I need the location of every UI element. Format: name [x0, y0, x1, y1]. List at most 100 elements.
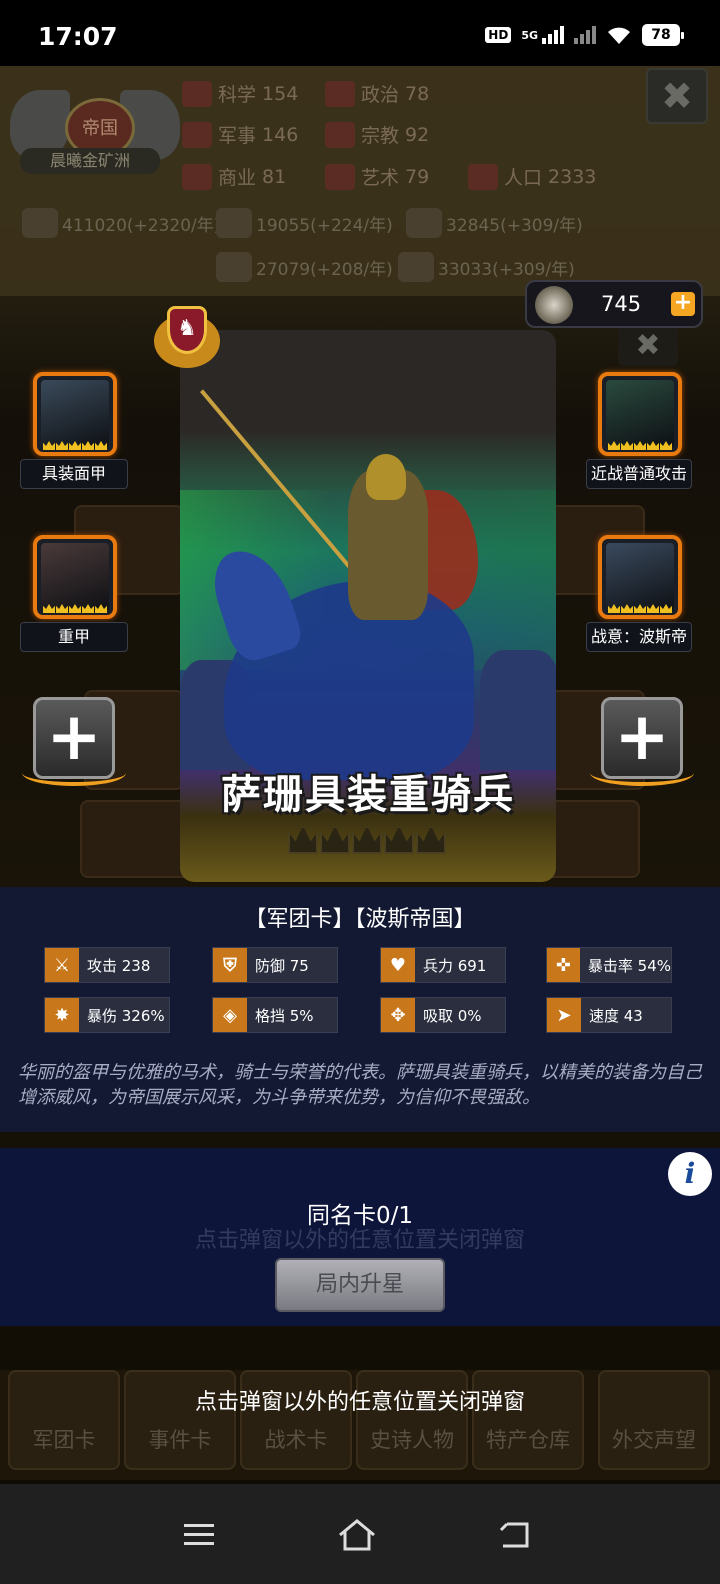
star-pip-icon [634, 604, 646, 613]
skill-slot-heavy-armor[interactable] [33, 535, 117, 619]
add-skill-button-right[interactable]: + [601, 697, 683, 779]
skill-slot-melee-attack[interactable] [598, 372, 682, 456]
skill-art-3 [606, 543, 674, 611]
skill-slot-barding-mask[interactable] [33, 372, 117, 456]
navigation-bar [0, 1484, 720, 1584]
cell-signal-icon [542, 26, 564, 44]
upgrade-star-button[interactable]: 局内升星 [275, 1258, 445, 1312]
stat-science: 科学 154 [182, 80, 298, 107]
resource-iron: 32845(+309/年) [406, 208, 583, 238]
stat-attack: ⚔ 攻击 238 [44, 947, 170, 983]
stat-speed: ➤ 速度 43 [546, 997, 672, 1033]
crown-star-icon [288, 826, 318, 854]
skill-art-0 [41, 380, 109, 448]
gold-icon [22, 208, 58, 238]
skill-label-barding-mask: 具装面甲 [20, 459, 128, 489]
card-description: 华丽的盔甲与优雅的马术，骑士与荣誉的代表。萨珊具装重骑兵，以精美的装备为自己增添… [18, 1062, 702, 1108]
currency-display: 745 + [525, 280, 703, 328]
star-pip-icon [634, 441, 646, 450]
sword-icon: ⚔ [45, 948, 79, 982]
star-pip-icon [69, 441, 81, 450]
back-button[interactable] [490, 1510, 540, 1560]
rank-badge: ♞ [154, 306, 220, 368]
currency-medal-icon [535, 286, 573, 324]
background-close-2-icon: ✖ [618, 326, 678, 366]
food-icon [398, 252, 434, 282]
heart-icon: ♥ [381, 948, 415, 982]
commerce-icon [182, 163, 212, 190]
add-currency-button[interactable]: + [671, 292, 695, 316]
background-close-icon: ✖ [646, 68, 708, 124]
resource-stone: 27079(+208/年) [216, 252, 393, 282]
stone-icon [216, 252, 252, 282]
add-skill-button-left[interactable]: + [33, 697, 115, 779]
block-shield-icon: ◈ [213, 998, 247, 1032]
stat-politics: 政治 78 [325, 80, 429, 107]
population-icon [468, 163, 498, 190]
crown-star-icon [320, 826, 350, 854]
skill-stars [608, 441, 672, 450]
resource-wood: 19055(+224/年) [216, 208, 393, 238]
resource-food: 33033(+309/年) [398, 252, 575, 282]
skill-label-heavy-armor: 重甲 [20, 622, 128, 652]
star-pip-icon [660, 604, 672, 613]
skill-stars [608, 604, 672, 613]
card-info-panel: 【军团卡】【波斯帝国】 ⚔ 攻击 238 ⛨ 防御 75 ♥ 兵力 691 ✜ 暴击率 … [0, 887, 720, 1132]
stat-absorb: ✥ 吸取 0% [380, 997, 506, 1033]
wifi-icon [608, 27, 630, 44]
info-button[interactable]: i [668, 1152, 712, 1196]
stat-crit-damage: ✸ 暴伤 326% [44, 997, 170, 1033]
crown-star-icon [384, 826, 414, 854]
menu-button[interactable] [174, 1510, 224, 1560]
religion-icon [325, 121, 355, 148]
background-close-hint-ghost: 点击弹窗以外的任意位置关闭弹窗 [194, 1228, 525, 1253]
wood-icon [216, 208, 252, 238]
skill-label-fighting-spirit: 战意：波斯帝 [586, 622, 692, 652]
skill-art-1 [606, 380, 674, 448]
star-pip-icon [621, 441, 633, 450]
star-pip-icon [608, 441, 620, 450]
star-pip-icon [647, 604, 659, 613]
card-tags: 【军团卡】【波斯帝国】 [244, 907, 476, 932]
star-pip-icon [647, 441, 659, 450]
unit-card: 萨珊具装重骑兵 [180, 330, 556, 882]
boot-icon: ➤ [547, 998, 581, 1032]
status-icons: HD 5G 78 [485, 24, 684, 46]
star-pip-icon [95, 441, 107, 450]
stat-troops: ♥ 兵力 691 [380, 947, 506, 983]
stat-commerce: 商业 81 [182, 163, 286, 190]
skill-art-2 [41, 543, 109, 611]
military-icon [182, 121, 212, 148]
card-art-rider-helmet [366, 454, 406, 500]
burst-icon: ✸ [45, 998, 79, 1032]
crown-star-icon [352, 826, 382, 854]
empire-name: 晨曦金矿洲 [20, 148, 160, 174]
home-button[interactable] [332, 1510, 382, 1560]
skill-slot-fighting-spirit[interactable] [598, 535, 682, 619]
card-star-rating [288, 826, 448, 858]
knight-chess-icon: ♞ [167, 306, 207, 354]
star-pip-icon [56, 441, 68, 450]
star-pip-icon [95, 604, 107, 613]
skill-stars [43, 604, 107, 613]
star-pip-icon [608, 604, 620, 613]
emblem-title: 帝国 [82, 118, 118, 139]
card-title: 萨珊具装重骑兵 [221, 772, 515, 818]
resource-gold: 411020(+2320/年) [22, 208, 220, 238]
currency-value: 745 [601, 292, 642, 316]
stat-population: 人口 2333 [468, 163, 596, 190]
star-pip-icon [82, 604, 94, 613]
iron-icon [406, 208, 442, 238]
stat-art: 艺术 79 [325, 163, 429, 190]
stat-military: 军事 146 [182, 121, 298, 148]
stat-religion: 宗教 92 [325, 121, 429, 148]
close-hint: 点击弹窗以外的任意位置关闭弹窗 [194, 1390, 525, 1415]
science-icon [182, 80, 212, 107]
card-art-soldiers-right [480, 650, 556, 770]
back-icon [499, 1522, 529, 1548]
star-pip-icon [56, 604, 68, 613]
home-icon [339, 1519, 375, 1551]
skill-label-melee-attack: 近战普通攻击 [586, 459, 692, 489]
status-time: 17:07 [38, 22, 118, 51]
stat-crit-rate: ✜ 暴击率 54% [546, 947, 672, 983]
